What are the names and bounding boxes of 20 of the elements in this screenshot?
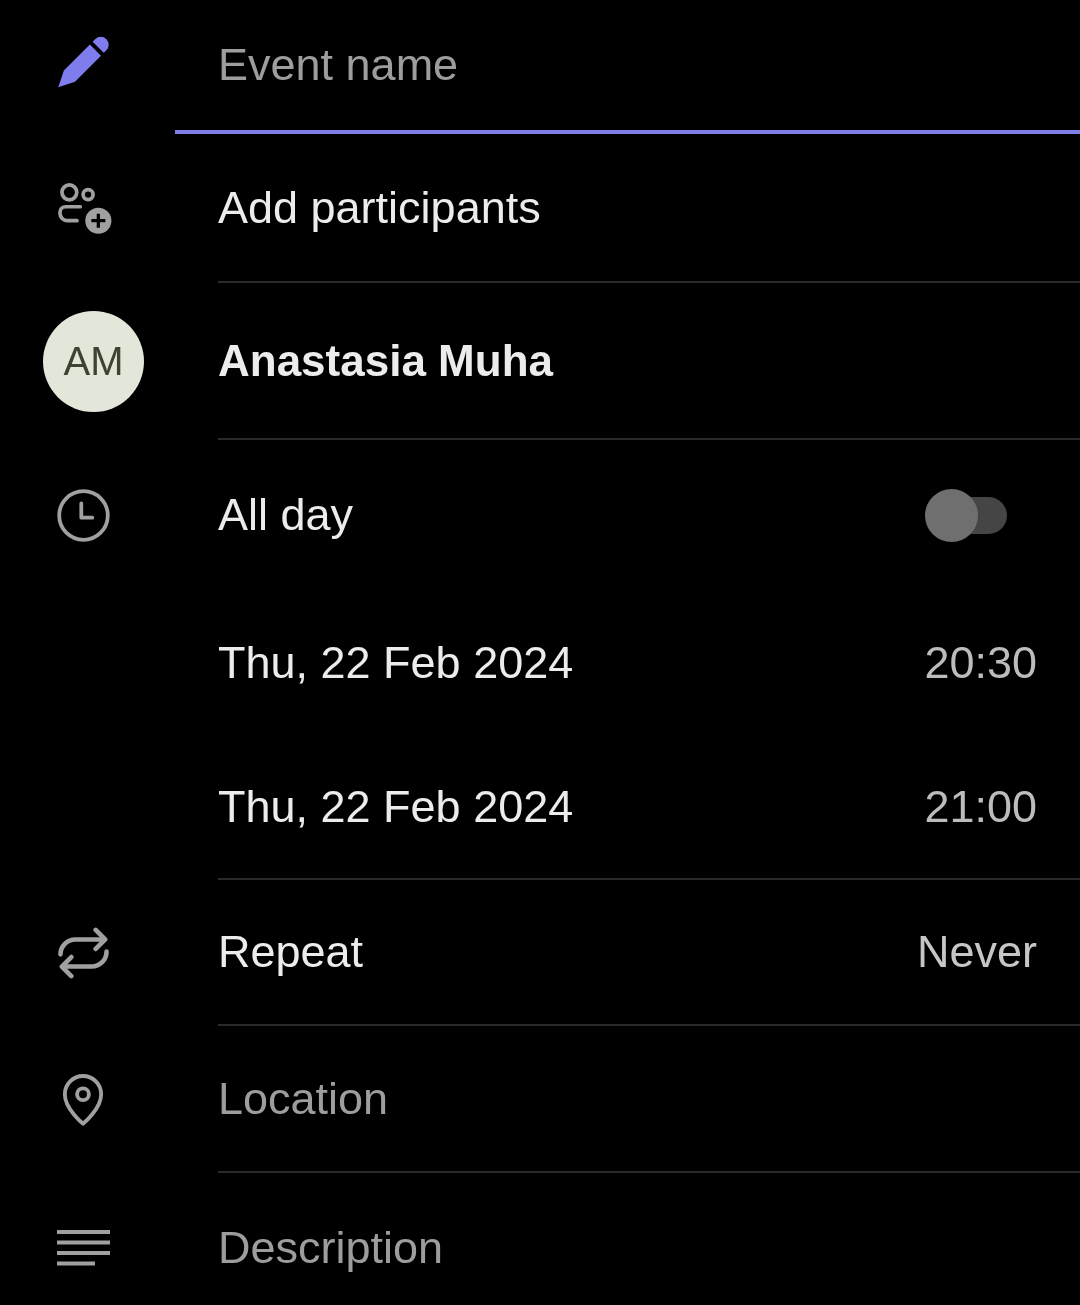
avatar: AM bbox=[43, 311, 144, 412]
location-pin-icon bbox=[61, 1073, 105, 1126]
add-participants-button[interactable]: Add participants bbox=[218, 180, 541, 235]
start-date-button[interactable]: Thu, 22 Feb 2024 bbox=[218, 636, 574, 690]
repeat-value-button[interactable]: Never bbox=[916, 925, 1037, 979]
pencil-icon bbox=[57, 36, 110, 88]
description-field[interactable]: Description bbox=[218, 1220, 1037, 1276]
start-time-button[interactable]: 20:30 bbox=[924, 636, 1037, 690]
add-person-icon bbox=[57, 183, 112, 234]
repeat-label: Repeat bbox=[218, 926, 364, 978]
location-field[interactable]: Location bbox=[218, 1070, 1037, 1127]
toggle-switch[interactable] bbox=[925, 488, 1007, 542]
participant-name: Anastasia Muha bbox=[218, 335, 553, 386]
end-time-button[interactable]: 21:00 bbox=[924, 780, 1037, 834]
end-date-button[interactable]: Thu, 22 Feb 2024 bbox=[218, 780, 574, 834]
text-lines-icon bbox=[57, 1230, 110, 1266]
event-name-field[interactable]: Event name bbox=[175, 0, 1080, 134]
all-day-label: All day bbox=[218, 489, 354, 541]
repeat-icon bbox=[57, 927, 110, 979]
clock-icon bbox=[57, 488, 110, 542]
